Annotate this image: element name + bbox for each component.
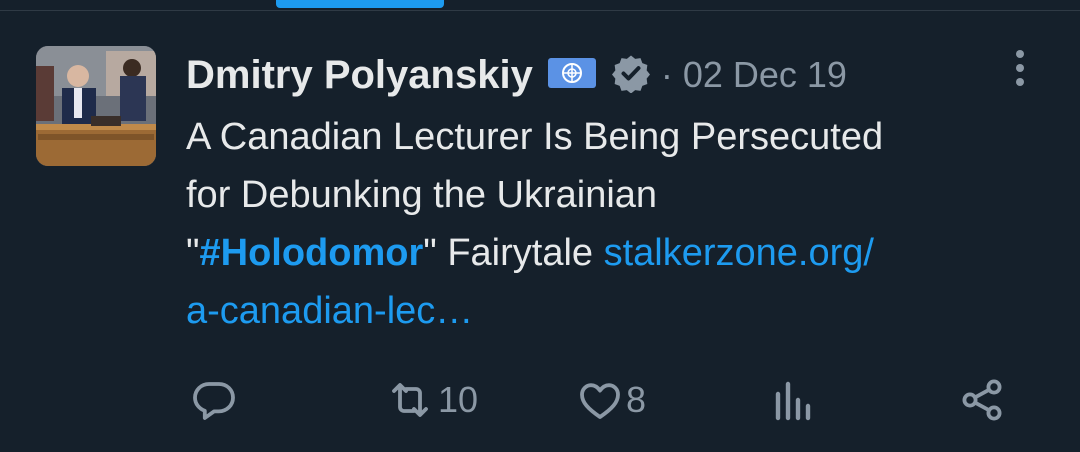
quote-close: " bbox=[423, 232, 437, 274]
top-tab-bar bbox=[0, 0, 1080, 11]
tweet-text-line3: "#Holodomor" Fairytale stalkerzone.org/ bbox=[186, 224, 1046, 282]
retweet-count: 10 bbox=[438, 379, 479, 420]
tweet-header: Dmitry Polyanskiy · 02 Dec 19 bbox=[186, 46, 847, 104]
author-name[interactable]: Dmitry Polyanskiy bbox=[186, 53, 533, 98]
share-icon bbox=[958, 376, 1006, 424]
reply-button[interactable] bbox=[190, 370, 240, 430]
retweet-button[interactable]: 10 bbox=[384, 370, 478, 430]
hashtag-link[interactable]: #Holodomor bbox=[200, 232, 424, 274]
verified-badge-icon bbox=[611, 53, 651, 98]
share-button[interactable] bbox=[958, 370, 1006, 430]
like-icon bbox=[576, 376, 624, 424]
quote-open: " bbox=[186, 232, 200, 274]
tweet-date[interactable]: · 02 Dec 19 bbox=[661, 54, 847, 96]
avatar-photo bbox=[36, 46, 156, 166]
tweet-text-line1: A Canadian Lecturer Is Being Persecuted bbox=[186, 116, 884, 158]
views-icon bbox=[770, 376, 814, 424]
like-count: 8 bbox=[626, 379, 647, 420]
retweet-icon bbox=[384, 376, 436, 424]
views-button[interactable] bbox=[770, 370, 814, 430]
like-button[interactable]: 8 bbox=[576, 370, 646, 430]
url-link-part2[interactable]: a-canadian-lec… bbox=[186, 282, 1046, 340]
un-flag-icon bbox=[547, 56, 597, 95]
text-after-hashtag: Fairytale bbox=[436, 232, 604, 274]
more-icon[interactable] bbox=[1003, 48, 1037, 88]
active-tab-indicator bbox=[276, 0, 444, 8]
tweet-text-line2: for Debunking the Ukrainian bbox=[186, 174, 658, 216]
date-separator: · bbox=[660, 54, 673, 95]
action-bar: 10 8 bbox=[0, 370, 1080, 430]
url-link-part1[interactable]: stalkerzone.org/ bbox=[604, 232, 874, 274]
reply-icon bbox=[190, 376, 238, 424]
tweet-text: A Canadian Lecturer Is Being Persecuted … bbox=[186, 108, 1046, 340]
avatar[interactable] bbox=[36, 46, 156, 166]
date-text: 02 Dec 19 bbox=[682, 54, 847, 95]
